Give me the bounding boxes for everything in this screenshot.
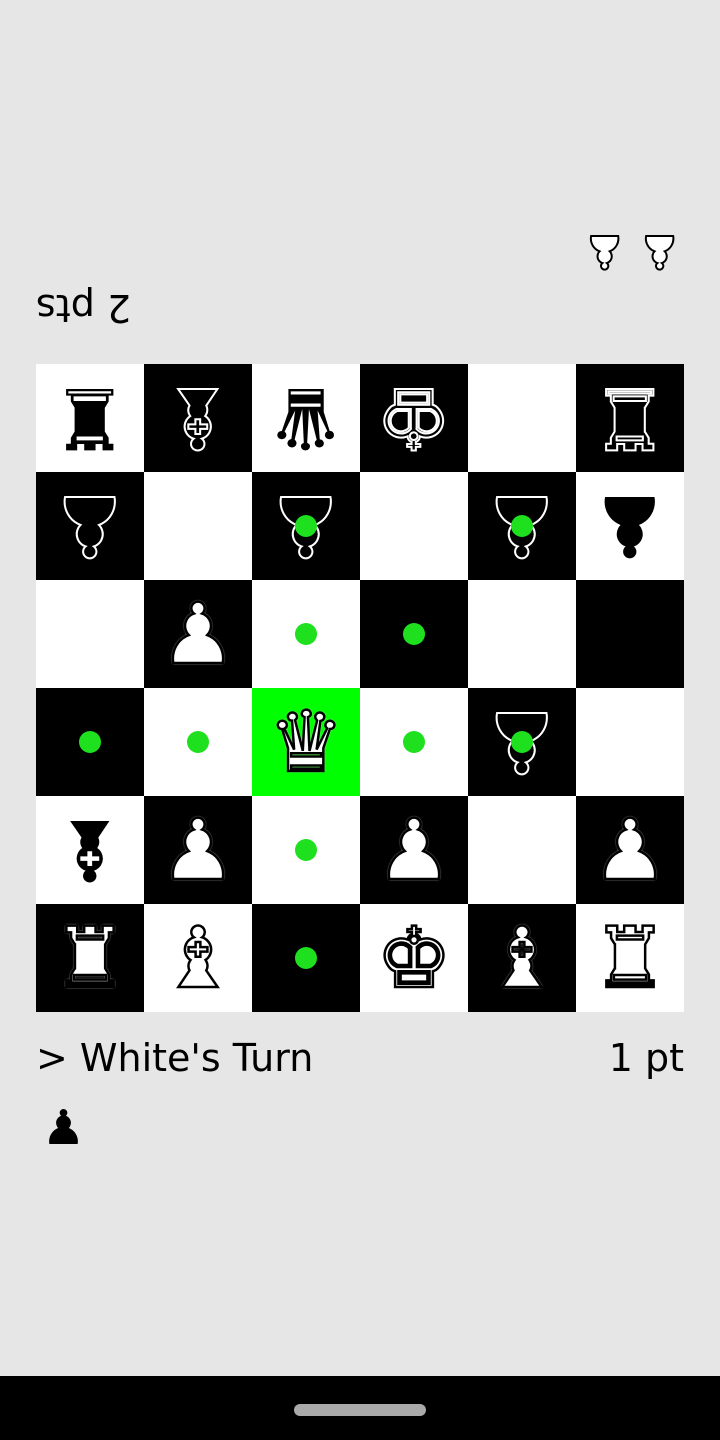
black-rook-icon[interactable]: ♜ bbox=[52, 369, 127, 467]
home-gesture-handle[interactable] bbox=[294, 1404, 426, 1416]
board-square[interactable]: ♟ bbox=[576, 472, 684, 580]
turn-indicator: > White's Turn bbox=[36, 1036, 314, 1080]
move-hint-dot[interactable] bbox=[511, 515, 533, 537]
board-square[interactable]: ♜ bbox=[36, 364, 144, 472]
white-king-icon[interactable]: ♚ bbox=[375, 915, 453, 1002]
black-rook-icon[interactable]: ♜ bbox=[591, 368, 668, 468]
white-pawn-icon[interactable]: ♟ bbox=[159, 591, 237, 678]
black-pawn-icon[interactable]: ♟ bbox=[51, 476, 128, 576]
black-queen-icon[interactable]: ♛ bbox=[268, 369, 343, 467]
move-hint-dot[interactable] bbox=[295, 623, 317, 645]
white-pawn-icon[interactable]: ♟ bbox=[159, 807, 237, 894]
chess-board[interactable]: ♜♝♛♚♜♟♟♟♟♟♛♟♝♟♟♟♜♝♚♝♜ bbox=[36, 364, 684, 1012]
opponent-score: 2 pts bbox=[36, 286, 132, 330]
white-pawn-icon[interactable]: ♟ bbox=[375, 807, 453, 894]
board-square[interactable] bbox=[36, 688, 144, 796]
move-hint-dot[interactable] bbox=[295, 839, 317, 861]
board-square[interactable] bbox=[360, 472, 468, 580]
player-score: 1 pt bbox=[608, 1036, 684, 1080]
opponent-captured-pieces: ♟ ♟ bbox=[583, 222, 682, 282]
board-square[interactable] bbox=[468, 364, 576, 472]
board-square[interactable] bbox=[468, 796, 576, 904]
board-square[interactable]: ♚ bbox=[360, 904, 468, 1012]
board-square[interactable]: ♟ bbox=[468, 688, 576, 796]
board-square[interactable] bbox=[144, 688, 252, 796]
board-square[interactable] bbox=[360, 580, 468, 688]
captured-pawn-icon: ♟ bbox=[583, 224, 626, 280]
board-square[interactable]: ♟ bbox=[360, 796, 468, 904]
player-captured-pieces: ♟ bbox=[42, 1098, 85, 1158]
captured-pawn-icon: ♟ bbox=[42, 1100, 86, 1156]
system-nav-bar bbox=[0, 1376, 720, 1440]
board-square[interactable]: ♟ bbox=[144, 796, 252, 904]
board-square[interactable]: ♜ bbox=[36, 904, 144, 1012]
board-square[interactable]: ♚ bbox=[360, 364, 468, 472]
move-hint-dot[interactable] bbox=[79, 731, 101, 753]
board-square[interactable] bbox=[144, 472, 252, 580]
board-square[interactable]: ♛ bbox=[252, 364, 360, 472]
captured-pawn-icon: ♟ bbox=[638, 224, 681, 280]
board-square[interactable]: ♟ bbox=[576, 796, 684, 904]
board-square[interactable]: ♜ bbox=[576, 364, 684, 472]
move-hint-dot[interactable] bbox=[403, 623, 425, 645]
black-bishop-icon[interactable]: ♝ bbox=[159, 368, 236, 468]
board-square[interactable]: ♟ bbox=[468, 472, 576, 580]
board-square[interactable]: ♝ bbox=[36, 796, 144, 904]
move-hint-dot[interactable] bbox=[187, 731, 209, 753]
white-bishop-icon[interactable]: ♝ bbox=[159, 915, 237, 1002]
board-square[interactable] bbox=[252, 796, 360, 904]
board-square[interactable] bbox=[576, 688, 684, 796]
board-square[interactable]: ♟ bbox=[36, 472, 144, 580]
board-square[interactable] bbox=[252, 904, 360, 1012]
move-hint-dot[interactable] bbox=[403, 731, 425, 753]
black-pawn-icon[interactable]: ♟ bbox=[592, 477, 667, 575]
white-bishop-icon[interactable]: ♝ bbox=[483, 915, 561, 1002]
board-square[interactable]: ♝ bbox=[144, 364, 252, 472]
board-square[interactable] bbox=[360, 688, 468, 796]
board-square[interactable]: ♛ bbox=[252, 688, 360, 796]
white-rook-icon[interactable]: ♜ bbox=[591, 915, 669, 1002]
black-bishop-icon[interactable]: ♝ bbox=[52, 801, 127, 899]
move-hint-dot[interactable] bbox=[295, 515, 317, 537]
board-square[interactable] bbox=[36, 580, 144, 688]
board-square[interactable] bbox=[252, 580, 360, 688]
move-hint-dot[interactable] bbox=[295, 947, 317, 969]
board-square[interactable]: ♝ bbox=[468, 904, 576, 1012]
white-queen-icon[interactable]: ♛ bbox=[267, 699, 345, 786]
board-square[interactable]: ♜ bbox=[576, 904, 684, 1012]
board-square[interactable]: ♝ bbox=[144, 904, 252, 1012]
board-square[interactable] bbox=[576, 580, 684, 688]
white-pawn-icon[interactable]: ♟ bbox=[591, 807, 669, 894]
board-square[interactable]: ♟ bbox=[252, 472, 360, 580]
board-square[interactable]: ♟ bbox=[144, 580, 252, 688]
move-hint-dot[interactable] bbox=[511, 731, 533, 753]
white-rook-icon[interactable]: ♜ bbox=[51, 915, 129, 1002]
black-king-icon[interactable]: ♚ bbox=[375, 368, 452, 468]
board-square[interactable] bbox=[468, 580, 576, 688]
